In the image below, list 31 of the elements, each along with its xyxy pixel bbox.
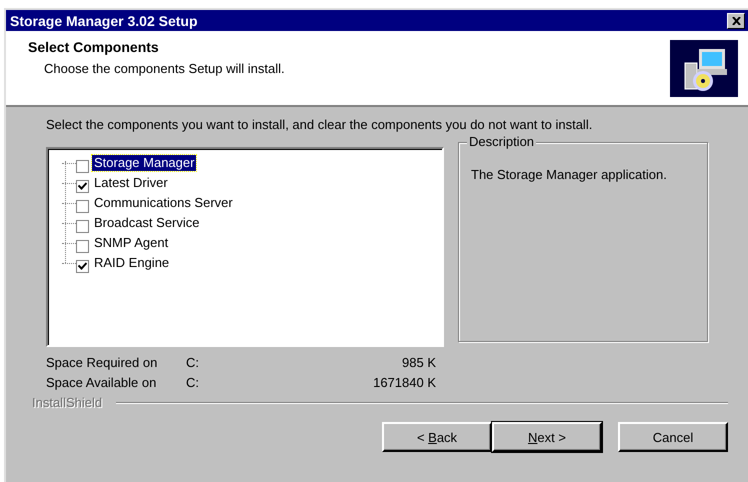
component-item[interactable]: Latest Driver: [92, 175, 170, 191]
checkbox[interactable]: [76, 240, 89, 252]
wizard-button[interactable]: Next >: [492, 422, 602, 452]
component-item[interactable]: Communications Server: [92, 195, 235, 211]
page-title: Select Components: [28, 39, 160, 55]
space-label: Space Required on: [46, 354, 158, 372]
window-title: Storage Manager 3.02 Setup: [10, 12, 198, 28]
drive-label: C:: [186, 354, 200, 372]
close-icon: [732, 16, 740, 24]
brand-label: InstallShield: [32, 395, 102, 410]
checkbox[interactable]: [76, 160, 89, 172]
space-label: Space Available on: [46, 374, 158, 392]
setup-icon: [670, 40, 738, 97]
component-item[interactable]: Broadcast Service: [92, 215, 202, 231]
component-item[interactable]: Storage Manager: [92, 155, 196, 171]
checkbox[interactable]: [76, 260, 89, 272]
drive-label: C:: [186, 374, 200, 392]
group-title: Description: [467, 134, 536, 149]
description-text: The Storage Manager application.: [471, 167, 668, 182]
space-value: 1671840 K: [372, 374, 436, 392]
component-item[interactable]: SNMP Agent: [92, 235, 170, 251]
close-button[interactable]: [727, 12, 745, 28]
wizard-button[interactable]: Cancel: [618, 422, 728, 452]
space-value: 985 K: [401, 354, 436, 372]
checkbox[interactable]: [76, 200, 89, 212]
checkbox[interactable]: [76, 220, 89, 232]
wizard-button[interactable]: < Back: [382, 422, 492, 452]
instructions-text: Select the components you want to install, and clear the components you do not want to install.: [46, 117, 594, 132]
component-item[interactable]: RAID Engine: [92, 255, 172, 271]
checkbox[interactable]: [76, 180, 89, 192]
page-subtitle: Choose the components Setup will install.: [44, 61, 285, 76]
